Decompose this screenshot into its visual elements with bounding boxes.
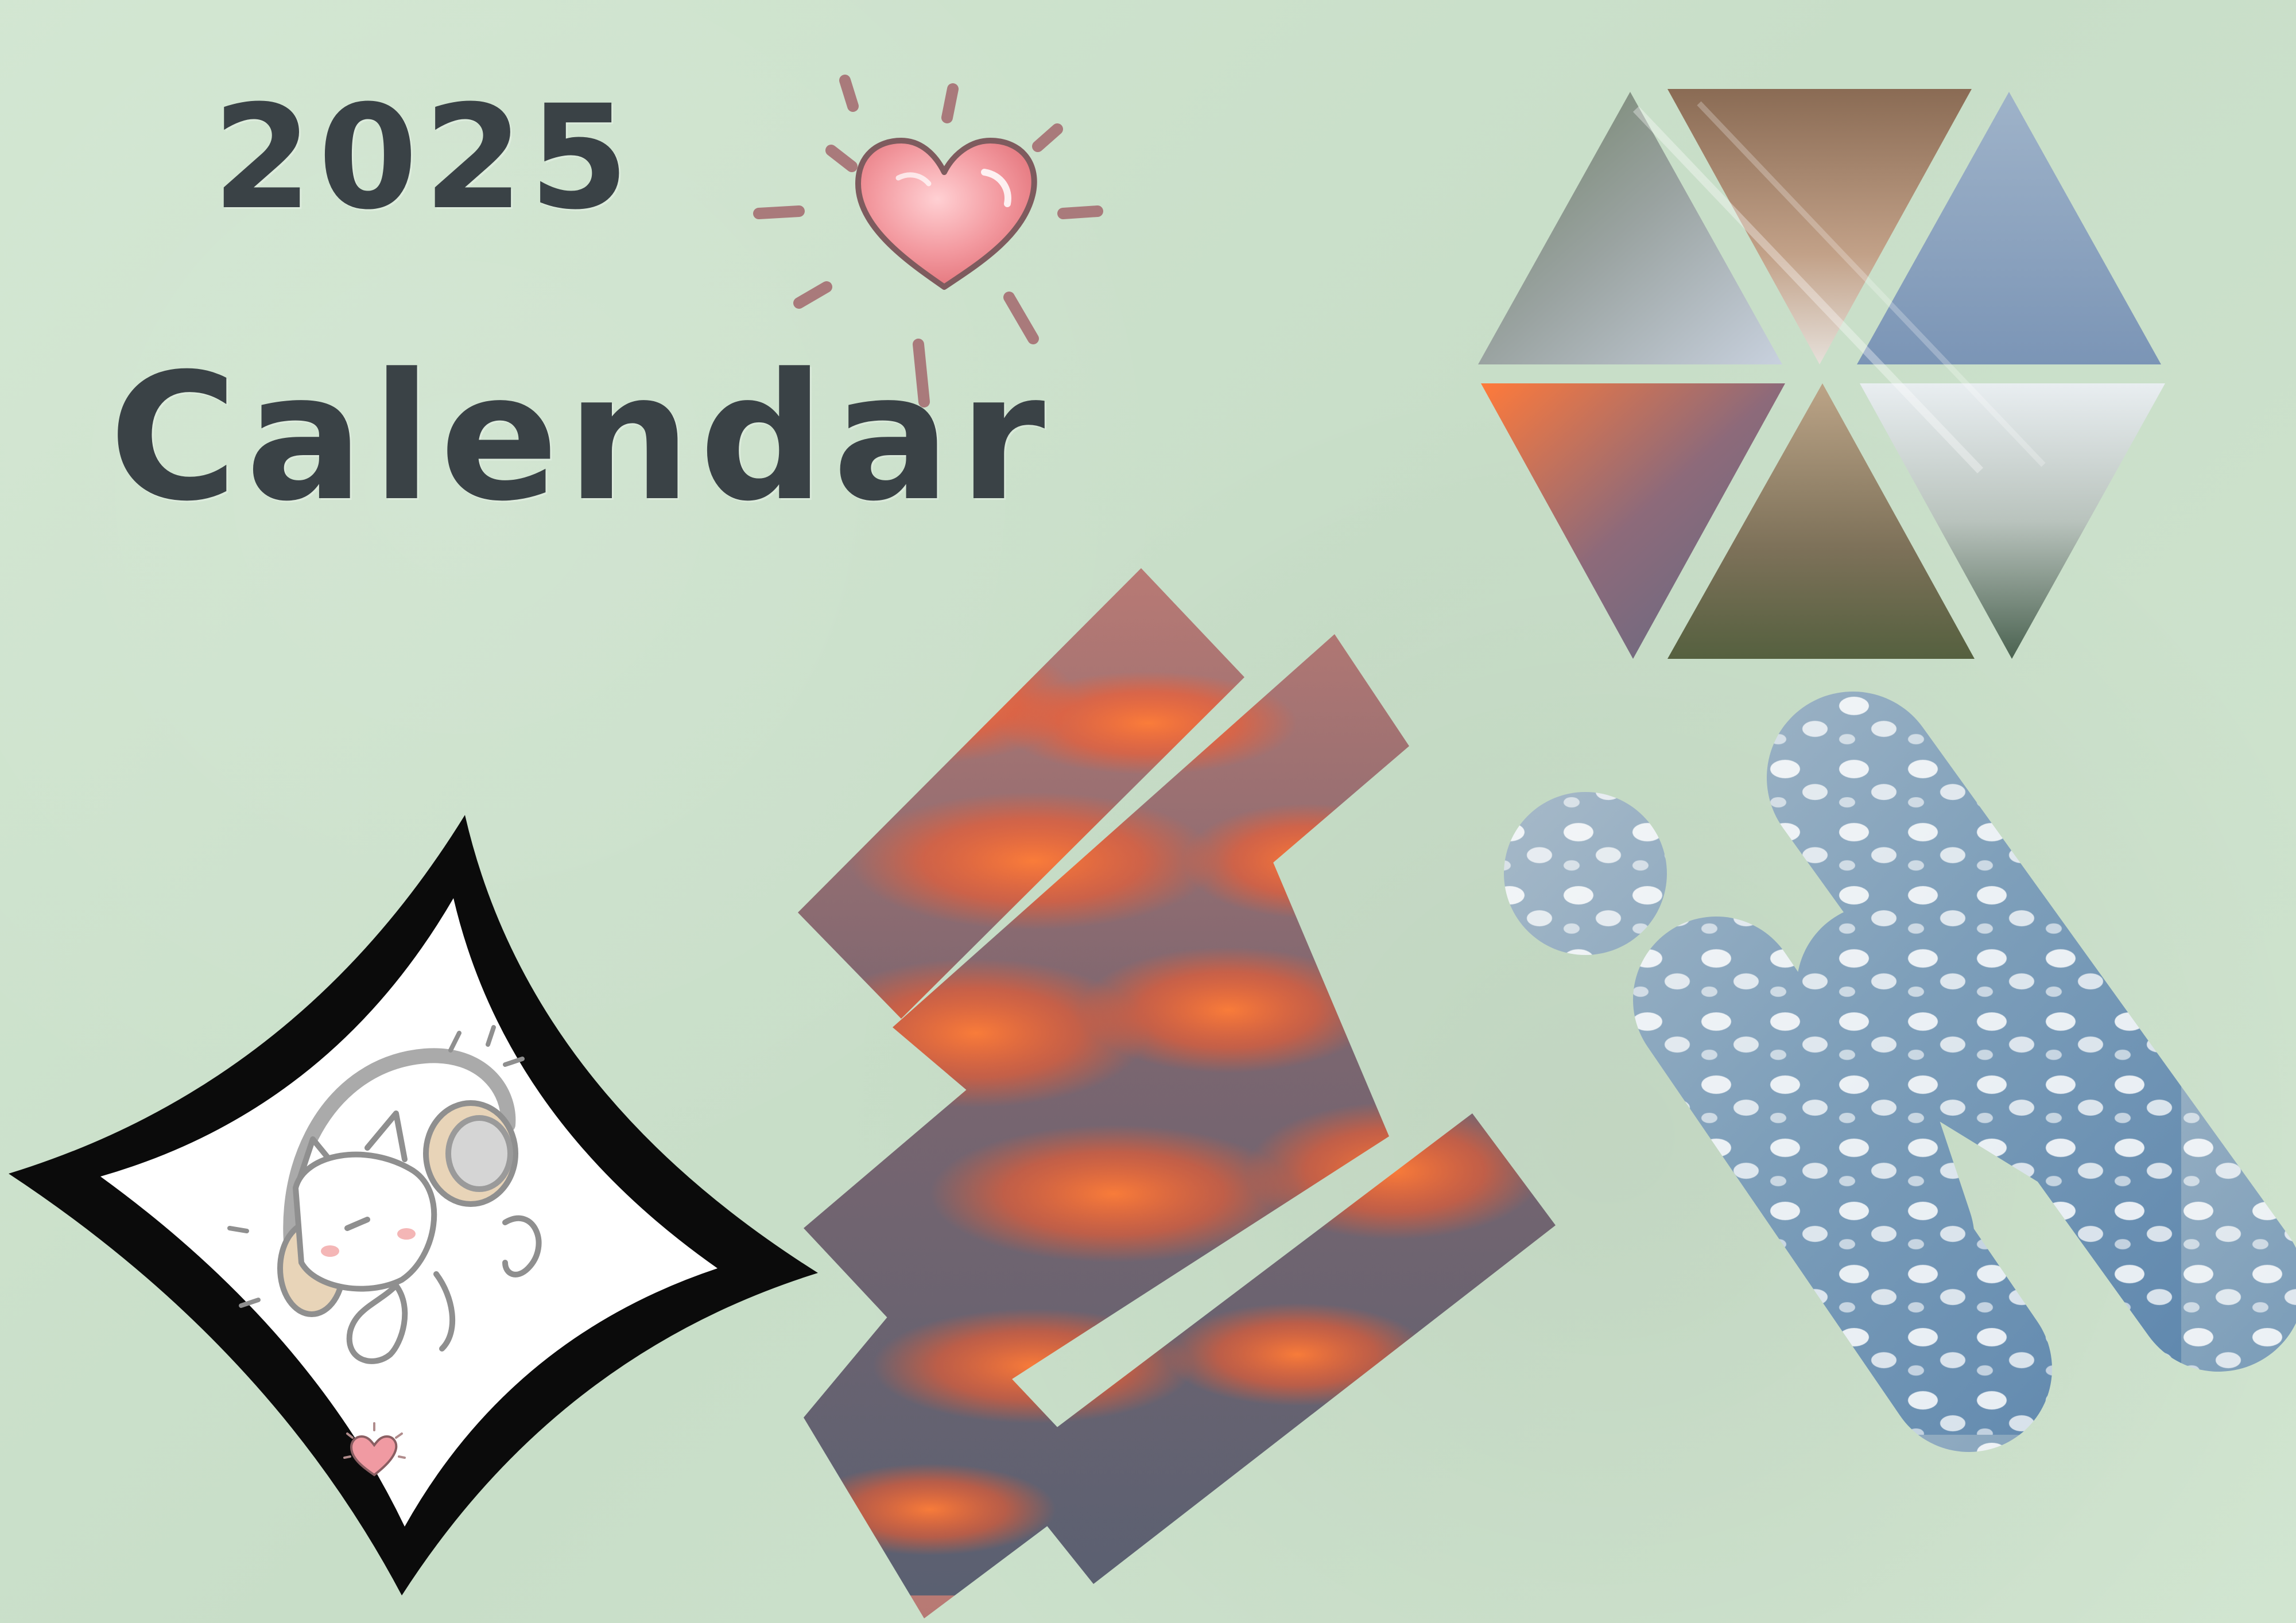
sky-pill-center <box>1754 1007 1975 1326</box>
triangle-photo-hexagon <box>1478 89 2165 659</box>
heart-icon <box>855 138 1037 290</box>
sunset-cloud-collage <box>798 568 1556 1618</box>
sky-circle <box>1504 792 1667 955</box>
sky-cloud-collage <box>1504 692 2296 1452</box>
heart-sun-decoration <box>753 75 1103 407</box>
cat-sticker-frame <box>9 815 818 1595</box>
calendar-cover: 2025 Calendar <box>0 0 2296 1623</box>
artwork <box>9 75 2296 1618</box>
